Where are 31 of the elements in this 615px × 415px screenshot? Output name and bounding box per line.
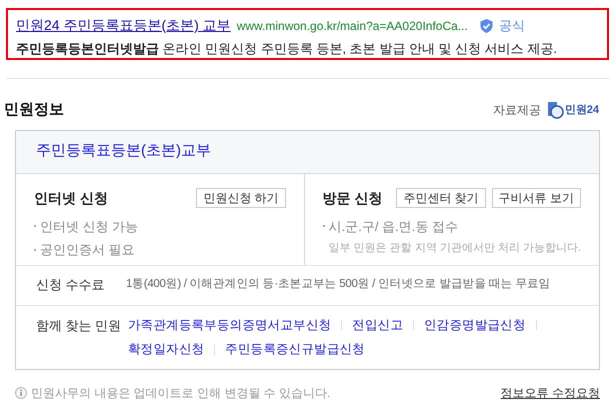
method-note: 일부 민원은 관할 지역 기관에서만 처리 가능합니다. (328, 241, 581, 256)
related-link[interactable]: 주민등록증신규발급신청 (225, 340, 365, 359)
card-title: 주민등록표등본(초본)교부 (36, 141, 211, 162)
related-link[interactable]: 확정일자신청 (128, 340, 204, 359)
result-description: 주민등록등본인터넷발급 온라인 민원신청 주민등록 등본, 초본 발급 안내 및 신청 서비스 제공. (16, 40, 558, 58)
method-item: 공인인증서 필요 (40, 241, 135, 259)
notice-text: 민원사무의 내용은 업데이트로 인해 변경될 수 있습니다. (31, 385, 330, 402)
provider-label: 자료제공 (492, 102, 541, 120)
provider-logo-text: 민원24 (564, 103, 599, 118)
bullet-icon (322, 225, 325, 228)
method-title: 인터넷 신청 (34, 188, 108, 208)
result-title-link[interactable]: 민원24 주민등록표등본(초본) 교부 (16, 15, 231, 36)
related-link[interactable]: 전입신고 (352, 316, 404, 334)
method-item: 시.군.구/ 읍.면.동 접수 (328, 218, 458, 236)
verified-shield-icon (480, 18, 493, 32)
method-button[interactable]: 구비서류 보기 (492, 188, 581, 208)
method-title: 방문 신청 (322, 188, 382, 208)
result-url: www.minwon.go.kr/main?a=AA020InfoCa... (236, 18, 468, 34)
fee-value: 1통(400원) / 이해관계인의 등·초본교부는 500원 / 인터넷으로 발급받을 때는 무료임 (126, 277, 550, 292)
related-label: 함께 찾는 민원 (36, 316, 122, 334)
method-button[interactable]: 민원신청 하기 (196, 188, 286, 208)
report-error-link[interactable]: 정보오류 수정요청 (500, 384, 600, 402)
mascot-logo-icon (546, 101, 565, 120)
related-link[interactable]: 인감증명발급신청 (424, 316, 526, 334)
section-title: 민원정보 (4, 100, 64, 120)
method-item: 인터넷 신청 가능 (40, 218, 138, 236)
method-button[interactable]: 주민센터 찾기 (396, 188, 486, 208)
official-label: 공식 (498, 16, 525, 35)
related-link[interactable]: 가족관계등록부등의증명서교부신청 (128, 316, 332, 334)
fee-label: 신청 수수료 (36, 276, 106, 294)
info-icon (15, 387, 27, 399)
